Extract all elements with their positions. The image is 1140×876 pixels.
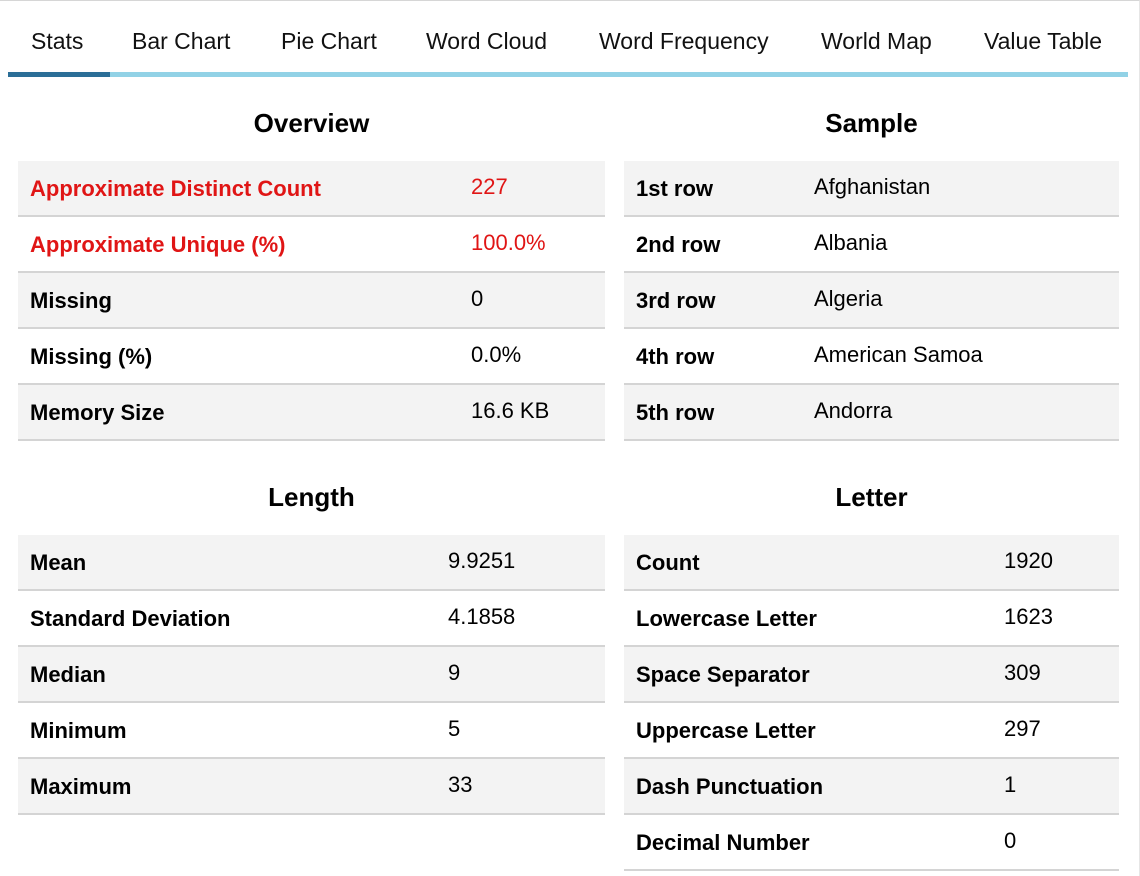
sample-title: Sample <box>825 108 918 138</box>
table-row: Mean 9.9251 <box>18 535 605 591</box>
tab-world-map[interactable]: World Map <box>821 28 932 55</box>
row-label: Minimum <box>30 718 127 743</box>
row-label: Lowercase Letter <box>636 606 817 631</box>
length-panel: Length Mean 9.9251 Standard Deviation 4.… <box>18 474 605 816</box>
row-value: 5 <box>448 716 461 741</box>
row-value: 1 <box>1004 772 1017 797</box>
tab-word-cloud[interactable]: Word Cloud <box>426 28 547 55</box>
row-label: Approximate Unique (%) <box>30 232 286 257</box>
row-value: 0 <box>1004 828 1017 853</box>
row-label: Memory Size <box>30 400 165 425</box>
row-label: 5th row <box>636 400 715 425</box>
table-row: Dash Punctuation 1 <box>624 759 1119 815</box>
row-value: 0.0% <box>471 342 522 367</box>
row-value: 9 <box>448 660 461 685</box>
row-value: 1623 <box>1004 604 1053 629</box>
table-row: 1st row Afghanistan <box>624 161 1119 217</box>
row-value: American Samoa <box>814 342 983 367</box>
tab-underline <box>8 72 1128 77</box>
row-label: Decimal Number <box>636 830 810 855</box>
row-label: 2nd row <box>636 232 721 257</box>
row-label: Space Separator <box>636 662 810 687</box>
row-label: 3rd row <box>636 288 716 313</box>
table-row: 4th row American Samoa <box>624 329 1119 385</box>
row-label: Mean <box>30 550 87 575</box>
tab-value-table[interactable]: Value Table <box>984 28 1102 55</box>
row-value: 227 <box>471 174 508 199</box>
letter-panel: Letter Count 1920 Lowercase Letter 1623 … <box>624 474 1119 874</box>
row-value: 0 <box>471 286 484 311</box>
row-label: 4th row <box>636 344 715 369</box>
table-row: Decimal Number 0 <box>624 815 1119 871</box>
row-label: Count <box>636 550 700 575</box>
overview-title: Overview <box>253 108 370 138</box>
sample-panel: Sample 1st row Afghanistan 2nd row Alban… <box>624 100 1119 442</box>
row-label: Maximum <box>30 774 132 799</box>
length-title: Length <box>268 482 355 512</box>
tab-active-indicator <box>8 72 110 77</box>
row-value: 9.9251 <box>448 548 516 573</box>
row-value: 1920 <box>1004 548 1053 573</box>
table-row: 5th row Andorra <box>624 385 1119 441</box>
row-value: 33 <box>448 772 473 797</box>
table-row: Memory Size 16.6 KB <box>18 385 605 441</box>
table-row: Median 9 <box>18 647 605 703</box>
row-value: 297 <box>1004 716 1041 741</box>
row-label: Dash Punctuation <box>636 774 824 799</box>
table-row: Maximum 33 <box>18 759 605 815</box>
letter-table: Count 1920 Lowercase Letter 1623 Space S… <box>624 535 1119 871</box>
tab-stats[interactable]: Stats <box>31 28 83 55</box>
row-value: Andorra <box>814 398 893 423</box>
row-value: Afghanistan <box>814 174 931 199</box>
row-label: Uppercase Letter <box>636 718 816 743</box>
table-row: 2nd row Albania <box>624 217 1119 273</box>
letter-title: Letter <box>835 482 908 512</box>
table-row: Approximate Unique (%) 100.0% <box>18 217 605 273</box>
table-row: Uppercase Letter 297 <box>624 703 1119 759</box>
row-value: 100.0% <box>471 230 546 255</box>
row-value: 16.6 KB <box>471 398 550 423</box>
table-row: Lowercase Letter 1623 <box>624 591 1119 647</box>
table-row: Missing 0 <box>18 273 605 329</box>
overview-panel: Overview Approximate Distinct Count 227 … <box>18 100 605 442</box>
table-row: 3rd row Algeria <box>624 273 1119 329</box>
tab-bar: Stats Bar Chart Pie Chart Word Cloud Wor… <box>8 0 1128 78</box>
row-value: 309 <box>1004 660 1041 685</box>
tab-bar-chart[interactable]: Bar Chart <box>132 28 230 55</box>
table-row: Minimum 5 <box>18 703 605 759</box>
table-row: Missing (%) 0.0% <box>18 329 605 385</box>
row-value: Algeria <box>814 286 883 311</box>
row-label: Missing (%) <box>30 344 153 369</box>
overview-table: Approximate Distinct Count 227 Approxima… <box>18 161 605 441</box>
row-label: 1st row <box>636 176 714 201</box>
row-label: Missing <box>30 288 112 313</box>
length-table: Mean 9.9251 Standard Deviation 4.1858 Me… <box>18 535 605 815</box>
table-row: Standard Deviation 4.1858 <box>18 591 605 647</box>
row-label: Approximate Distinct Count <box>30 176 321 201</box>
row-value: 4.1858 <box>448 604 516 629</box>
row-label: Median <box>30 662 106 687</box>
table-row: Count 1920 <box>624 535 1119 591</box>
table-row: Approximate Distinct Count 227 <box>18 161 605 217</box>
tab-word-frequency[interactable]: Word Frequency <box>599 28 769 55</box>
tab-pie-chart[interactable]: Pie Chart <box>281 28 377 55</box>
sample-table: 1st row Afghanistan 2nd row Albania 3rd … <box>624 161 1119 441</box>
table-row: Space Separator 309 <box>624 647 1119 703</box>
row-label: Standard Deviation <box>30 606 231 631</box>
row-value: Albania <box>814 230 888 255</box>
